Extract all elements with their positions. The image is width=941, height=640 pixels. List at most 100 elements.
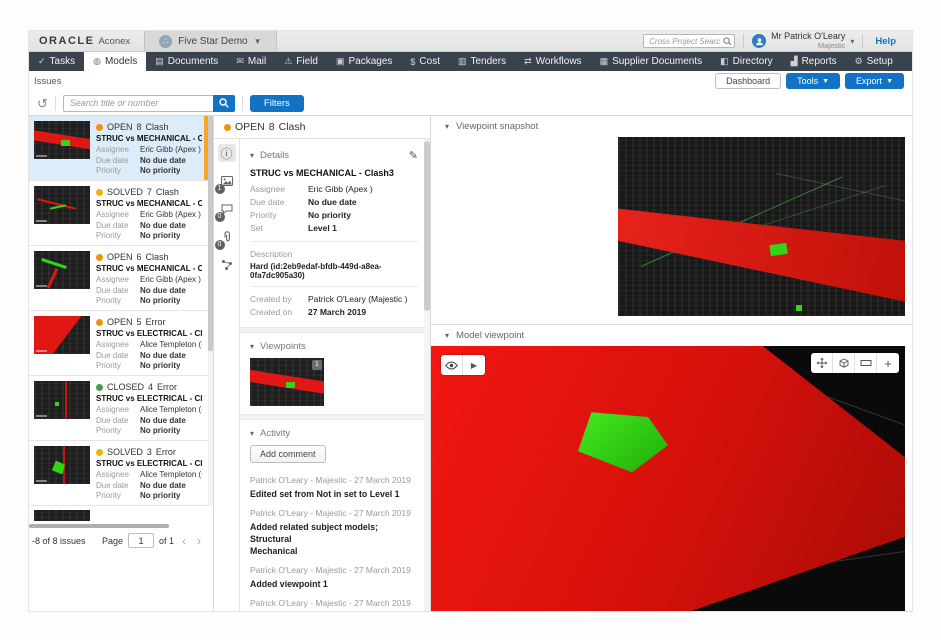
tab-reports[interactable]: ▟Reports — [782, 52, 846, 71]
comments-icon[interactable]: 0 — [218, 200, 236, 218]
issue-list-item[interactable]: OPEN8Clash STRUC vs MECHANICAL - Clash3 … — [29, 116, 208, 181]
issue-thumbnail[interactable] — [34, 446, 90, 484]
issue-thumbnail[interactable] — [34, 381, 90, 419]
tab-label: Documents — [168, 56, 219, 67]
model-viewpoint-header[interactable]: ▾ Model viewpoint — [431, 325, 912, 346]
detail-scrollbar-thumb[interactable] — [424, 141, 430, 311]
viewpoint-panel: ▾ Viewpoint snapshot ▾ Model viewpoint — [431, 116, 912, 611]
status-dot-open — [96, 254, 103, 261]
tab-label: Tenders — [471, 56, 507, 67]
refresh-icon[interactable]: ↺ — [37, 97, 48, 110]
search-icon[interactable] — [723, 37, 732, 46]
filters-button[interactable]: Filters — [250, 95, 304, 112]
page-of-label: of 1 — [159, 536, 174, 546]
issue-thumbnail[interactable] — [34, 251, 90, 289]
relations-icon[interactable] — [218, 256, 236, 274]
orbit-cube-icon[interactable] — [833, 353, 855, 373]
field-label: Priority — [96, 361, 140, 370]
viewpoints-section-header[interactable]: ▾ Viewpoints — [250, 341, 418, 352]
viewpoint-snapshot-image[interactable] — [618, 137, 905, 316]
issue-list-item[interactable]: SOLVED7Clash STRUC vs MECHANICAL - Clash… — [29, 181, 208, 246]
zoom-in-icon[interactable]: + — [877, 353, 899, 373]
tab-models[interactable]: ◍Models — [84, 52, 146, 71]
issue-type: Error — [146, 317, 166, 327]
tab-setup[interactable]: ⚙Setup — [846, 52, 902, 71]
tab-tasks[interactable]: ✓Tasks — [29, 52, 84, 71]
issue-priority: No priority — [140, 426, 180, 435]
issue-list-item[interactable]: OPEN5Error STRUC vs ELECTRICAL - Clash4 … — [29, 311, 208, 376]
activity-entry: Patrick O'Leary - Majestic - 27 March 20… — [250, 565, 418, 590]
list-scrollbar-thumb[interactable] — [208, 116, 213, 351]
pan-icon[interactable] — [811, 353, 833, 373]
issue-list-item[interactable]: OPEN6Clash STRUC vs MECHANICAL - Clash1 … — [29, 246, 208, 311]
export-button[interactable]: Export▼ — [845, 73, 904, 89]
tab-label: Cost — [419, 56, 440, 67]
add-comment-button[interactable]: Add comment — [250, 445, 326, 463]
issue-number: 3 — [147, 447, 152, 457]
issue-thumbnail[interactable] — [34, 316, 90, 354]
user-menu[interactable]: Mr Patrick O'Leary Majestic ▾ — [752, 32, 854, 50]
tab-directory[interactable]: ◧Directory — [711, 52, 782, 71]
tools-button[interactable]: Tools▼ — [786, 73, 840, 89]
viewpoint-thumbnail[interactable]: 1 — [250, 358, 324, 406]
attachments-icon[interactable]: 0 — [218, 228, 236, 246]
detail-created-on: 27 March 2019 — [308, 306, 366, 319]
issue-list-item-partial[interactable] — [29, 506, 208, 521]
issue-list-item[interactable]: CLOSED4Error STRUC vs ELECTRICAL - Clash… — [29, 376, 208, 441]
tab-supplier-documents[interactable]: ▦Supplier Documents — [591, 52, 712, 71]
issue-thumbnail[interactable] — [34, 510, 90, 521]
tab-field[interactable]: ⚠Field — [275, 52, 327, 71]
issue-status: OPEN — [107, 317, 133, 327]
tab-workflows[interactable]: ⇄Workflows — [515, 52, 590, 71]
user-organization: Majestic — [771, 42, 845, 50]
zoom-out-icon[interactable] — [855, 353, 877, 373]
issue-due-date: No due date — [140, 481, 186, 492]
issue-detail-header: OPEN 8 Clash — [214, 116, 430, 139]
cross-project-search[interactable] — [643, 34, 735, 48]
tab-documents[interactable]: ▤Documents — [146, 52, 227, 71]
user-avatar — [752, 34, 766, 48]
section-divider — [240, 414, 430, 420]
expand-panel-icon[interactable]: ▶ — [463, 355, 485, 375]
models-icon: ◍ — [93, 56, 101, 67]
pagination: -8 of 8 issues Page of 1 ‹ › — [29, 528, 208, 548]
previous-page-icon[interactable]: ‹ — [179, 535, 189, 547]
next-page-icon[interactable]: › — [194, 535, 204, 547]
list-scrollbar-track[interactable] — [208, 116, 213, 506]
page-label: Page — [102, 536, 123, 546]
tab-packages[interactable]: ▣Packages — [327, 52, 401, 71]
search-button[interactable] — [213, 95, 235, 112]
viewpoints-icon[interactable]: 1 — [218, 172, 236, 190]
oracle-wordmark: ORACLE — [39, 35, 94, 47]
tab-tenders[interactable]: ▥Tenders — [449, 52, 515, 71]
project-selector[interactable]: ∴ Five Star Demo ▼ — [144, 31, 276, 51]
divider — [242, 96, 243, 111]
field-icon: ⚠ — [284, 56, 292, 67]
detail-assignee: Eric Gibb (Apex ) — [308, 183, 373, 196]
cross-project-search-input[interactable] — [643, 34, 735, 48]
viewpoint-count-badge: 1 — [312, 360, 322, 370]
issue-status: SOLVED — [107, 447, 143, 457]
viewpoint-snapshot-header[interactable]: ▾ Viewpoint snapshot — [431, 116, 912, 137]
help-link[interactable]: Help — [875, 36, 896, 47]
issue-search-input[interactable] — [63, 95, 213, 112]
section-divider — [240, 327, 430, 333]
issue-thumbnail[interactable] — [34, 121, 90, 159]
page-number-input[interactable] — [128, 533, 154, 548]
issue-title: STRUC vs MECHANICAL - Clash1 — [96, 264, 202, 273]
issue-list-item[interactable]: SOLVED3Error STRUC vs ELECTRICAL - Clash… — [29, 441, 208, 506]
details-section-header[interactable]: ▾ Details ✎ — [250, 149, 418, 162]
issue-thumbnail[interactable] — [34, 186, 90, 224]
dashboard-button[interactable]: Dashboard — [715, 73, 781, 89]
issue-priority: No priority — [140, 296, 180, 305]
tab-mail[interactable]: ✉Mail — [227, 52, 275, 71]
detail-scrollbar-track[interactable] — [424, 139, 430, 611]
tab-cost[interactable]: $Cost — [401, 52, 449, 71]
edit-pencil-icon[interactable]: ✎ — [409, 149, 418, 162]
model-viewport[interactable]: ▶ + — [431, 346, 905, 611]
workflows-icon: ⇄ — [524, 56, 532, 67]
info-icon[interactable]: ⓘ — [218, 144, 236, 162]
visibility-eye-icon[interactable] — [441, 355, 463, 375]
chevron-down-icon: ▼ — [822, 78, 829, 85]
activity-section-header[interactable]: ▾ Activity — [250, 428, 418, 439]
